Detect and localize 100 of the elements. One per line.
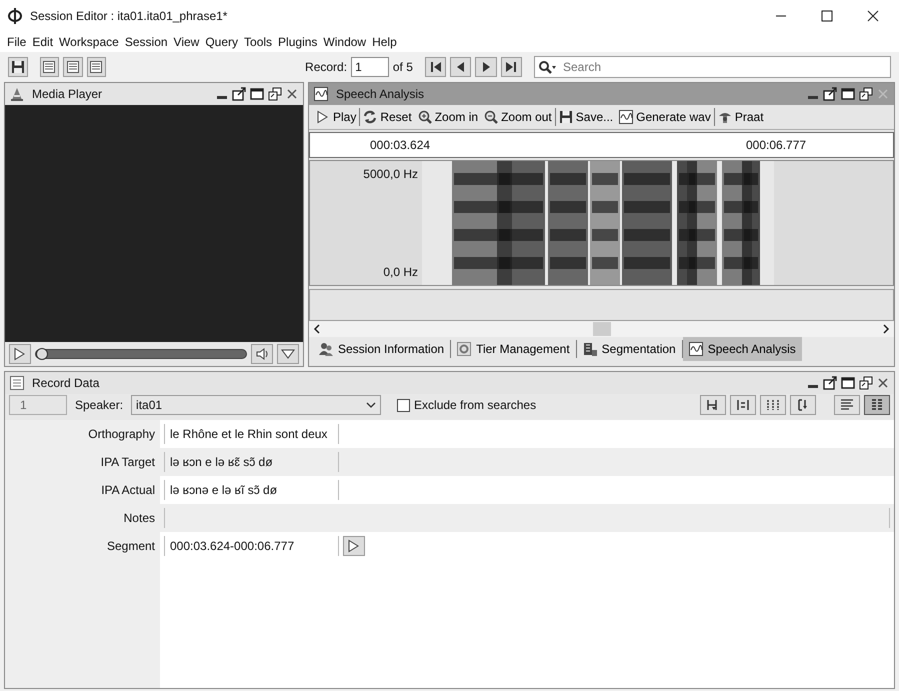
zoom-out-button[interactable]: Zoom out bbox=[481, 108, 555, 126]
record-icon bbox=[10, 376, 24, 390]
menu-item[interactable]: Window bbox=[320, 33, 370, 51]
document-icon bbox=[66, 60, 80, 74]
tier-label: IPA Actual bbox=[101, 482, 155, 499]
bracket-icon bbox=[766, 398, 780, 412]
reset-button[interactable]: Reset bbox=[360, 108, 415, 126]
tier-field[interactable]: lə ʁɔn e lə ʁɛ̃ sɔ̃ dø bbox=[164, 452, 339, 472]
align-left-icon bbox=[840, 398, 854, 412]
play-icon bbox=[13, 347, 27, 361]
time-label: 000:03.624 bbox=[370, 137, 430, 154]
maximize-icon[interactable] bbox=[841, 376, 855, 390]
menu-item[interactable]: Plugins bbox=[275, 33, 320, 51]
next-record-button[interactable] bbox=[475, 57, 497, 77]
tier-field[interactable]: 000:03.624-000:06.777 bbox=[164, 536, 339, 556]
columns-icon bbox=[870, 398, 884, 412]
menu-button[interactable] bbox=[277, 344, 299, 364]
tier-tool-button[interactable] bbox=[790, 395, 816, 415]
tier-field[interactable] bbox=[164, 508, 890, 528]
panel-tab[interactable]: Tier Management bbox=[451, 337, 576, 361]
record-tool-button[interactable] bbox=[63, 57, 83, 77]
tier-label: Segment bbox=[106, 538, 155, 555]
waveform-icon bbox=[619, 110, 634, 124]
tier-label: Orthography bbox=[88, 426, 155, 443]
maximize-icon[interactable] bbox=[821, 10, 833, 22]
view-mode-button[interactable] bbox=[834, 395, 860, 415]
dock-icon[interactable] bbox=[268, 87, 282, 101]
tier-field[interactable]: lə ʁɔnə e lə ʁĩ sɔ̃ dø bbox=[164, 480, 339, 500]
tier-label: IPA Target bbox=[100, 454, 155, 471]
maximize-icon[interactable] bbox=[250, 87, 264, 101]
speaker-dropdown[interactable]: ita01 bbox=[131, 395, 382, 415]
menu-item[interactable]: View bbox=[170, 33, 202, 51]
dock-icon[interactable] bbox=[859, 87, 873, 101]
save-button[interactable]: Save... bbox=[556, 108, 616, 126]
scroll-thumb[interactable] bbox=[592, 322, 610, 336]
menu-item[interactable]: File bbox=[4, 33, 30, 51]
seek-thumb[interactable] bbox=[36, 348, 48, 360]
refresh-icon bbox=[363, 110, 378, 124]
panel-tab[interactable]: Segmentation bbox=[576, 337, 682, 361]
save-icon bbox=[10, 60, 25, 74]
previous-record-button[interactable] bbox=[450, 57, 472, 77]
record-number-field[interactable]: 1 bbox=[9, 395, 67, 415]
menu-item[interactable]: Edit bbox=[29, 33, 56, 51]
menu-item[interactable]: Workspace bbox=[56, 33, 122, 51]
last-record-button[interactable] bbox=[500, 57, 522, 77]
exclude-checkbox[interactable]: Exclude from searches bbox=[397, 396, 536, 414]
praat-button[interactable]: Praat bbox=[714, 108, 767, 126]
panel-title: Media Player bbox=[32, 86, 102, 103]
dock-icon[interactable] bbox=[859, 376, 873, 390]
window-title: Session Editor : ita01.ita01_phrase1* bbox=[30, 8, 228, 25]
tier-field[interactable]: le Rhône et le Rhin sont deux bbox=[164, 424, 339, 444]
speaker-label: Speaker: bbox=[75, 397, 124, 414]
play-button[interactable] bbox=[9, 344, 31, 364]
waveform-icon bbox=[314, 87, 328, 101]
bracket-icon bbox=[796, 398, 810, 412]
bracket-icon bbox=[736, 398, 750, 412]
tier-label: Notes bbox=[124, 510, 155, 527]
panel-tab[interactable]: Session Information bbox=[313, 337, 450, 361]
app-logo-icon bbox=[8, 8, 22, 24]
external-window-icon[interactable] bbox=[232, 87, 246, 101]
menu-item[interactable]: Session bbox=[122, 33, 171, 51]
menu-item[interactable]: Query bbox=[202, 33, 242, 51]
volume-button[interactable] bbox=[251, 344, 273, 364]
panel-title: Speech Analysis bbox=[336, 86, 424, 103]
play-icon bbox=[316, 110, 330, 124]
view-mode-button[interactable] bbox=[864, 395, 890, 415]
save-icon bbox=[558, 110, 573, 124]
menu-item[interactable]: Tools bbox=[241, 33, 276, 51]
time-label: 000:06.777 bbox=[746, 137, 806, 154]
tier-tool-button[interactable] bbox=[730, 395, 756, 415]
play-button[interactable]: Play bbox=[313, 108, 360, 126]
close-icon[interactable] bbox=[867, 10, 879, 22]
external-window-icon[interactable] bbox=[823, 376, 837, 390]
record-tool-button[interactable] bbox=[86, 57, 106, 77]
play-icon bbox=[347, 539, 361, 553]
scroll-right-icon[interactable] bbox=[882, 324, 890, 334]
scroll-left-icon[interactable] bbox=[313, 324, 321, 334]
save-button[interactable] bbox=[8, 57, 28, 77]
record-total: of 5 bbox=[392, 59, 413, 76]
record-number-field[interactable]: 1 bbox=[351, 57, 389, 77]
hat-icon bbox=[718, 110, 732, 124]
seek-track[interactable] bbox=[35, 349, 247, 359]
frequency-label: 0,0 Hz bbox=[383, 264, 418, 281]
external-window-icon[interactable] bbox=[823, 87, 837, 101]
panel-tab[interactable]: Speech Analysis bbox=[682, 337, 802, 361]
last-icon bbox=[504, 60, 518, 74]
record-tool-button[interactable] bbox=[40, 57, 60, 77]
first-record-button[interactable] bbox=[424, 57, 446, 77]
generate-wav-button[interactable]: Generate wav bbox=[616, 108, 714, 126]
people-icon bbox=[319, 342, 333, 356]
play-button[interactable] bbox=[343, 536, 365, 556]
traffic-cone-icon bbox=[10, 87, 24, 101]
maximize-icon[interactable] bbox=[841, 87, 855, 101]
tier-tool-button[interactable] bbox=[760, 395, 786, 415]
search-field[interactable]: Search bbox=[534, 56, 891, 78]
tier-tool-button[interactable] bbox=[700, 395, 726, 415]
horizontal-scrollbar[interactable] bbox=[309, 321, 894, 337]
first-icon bbox=[428, 60, 443, 74]
zoom-in-button[interactable]: Zoom in bbox=[414, 108, 482, 126]
menu-item[interactable]: Help bbox=[369, 33, 400, 51]
